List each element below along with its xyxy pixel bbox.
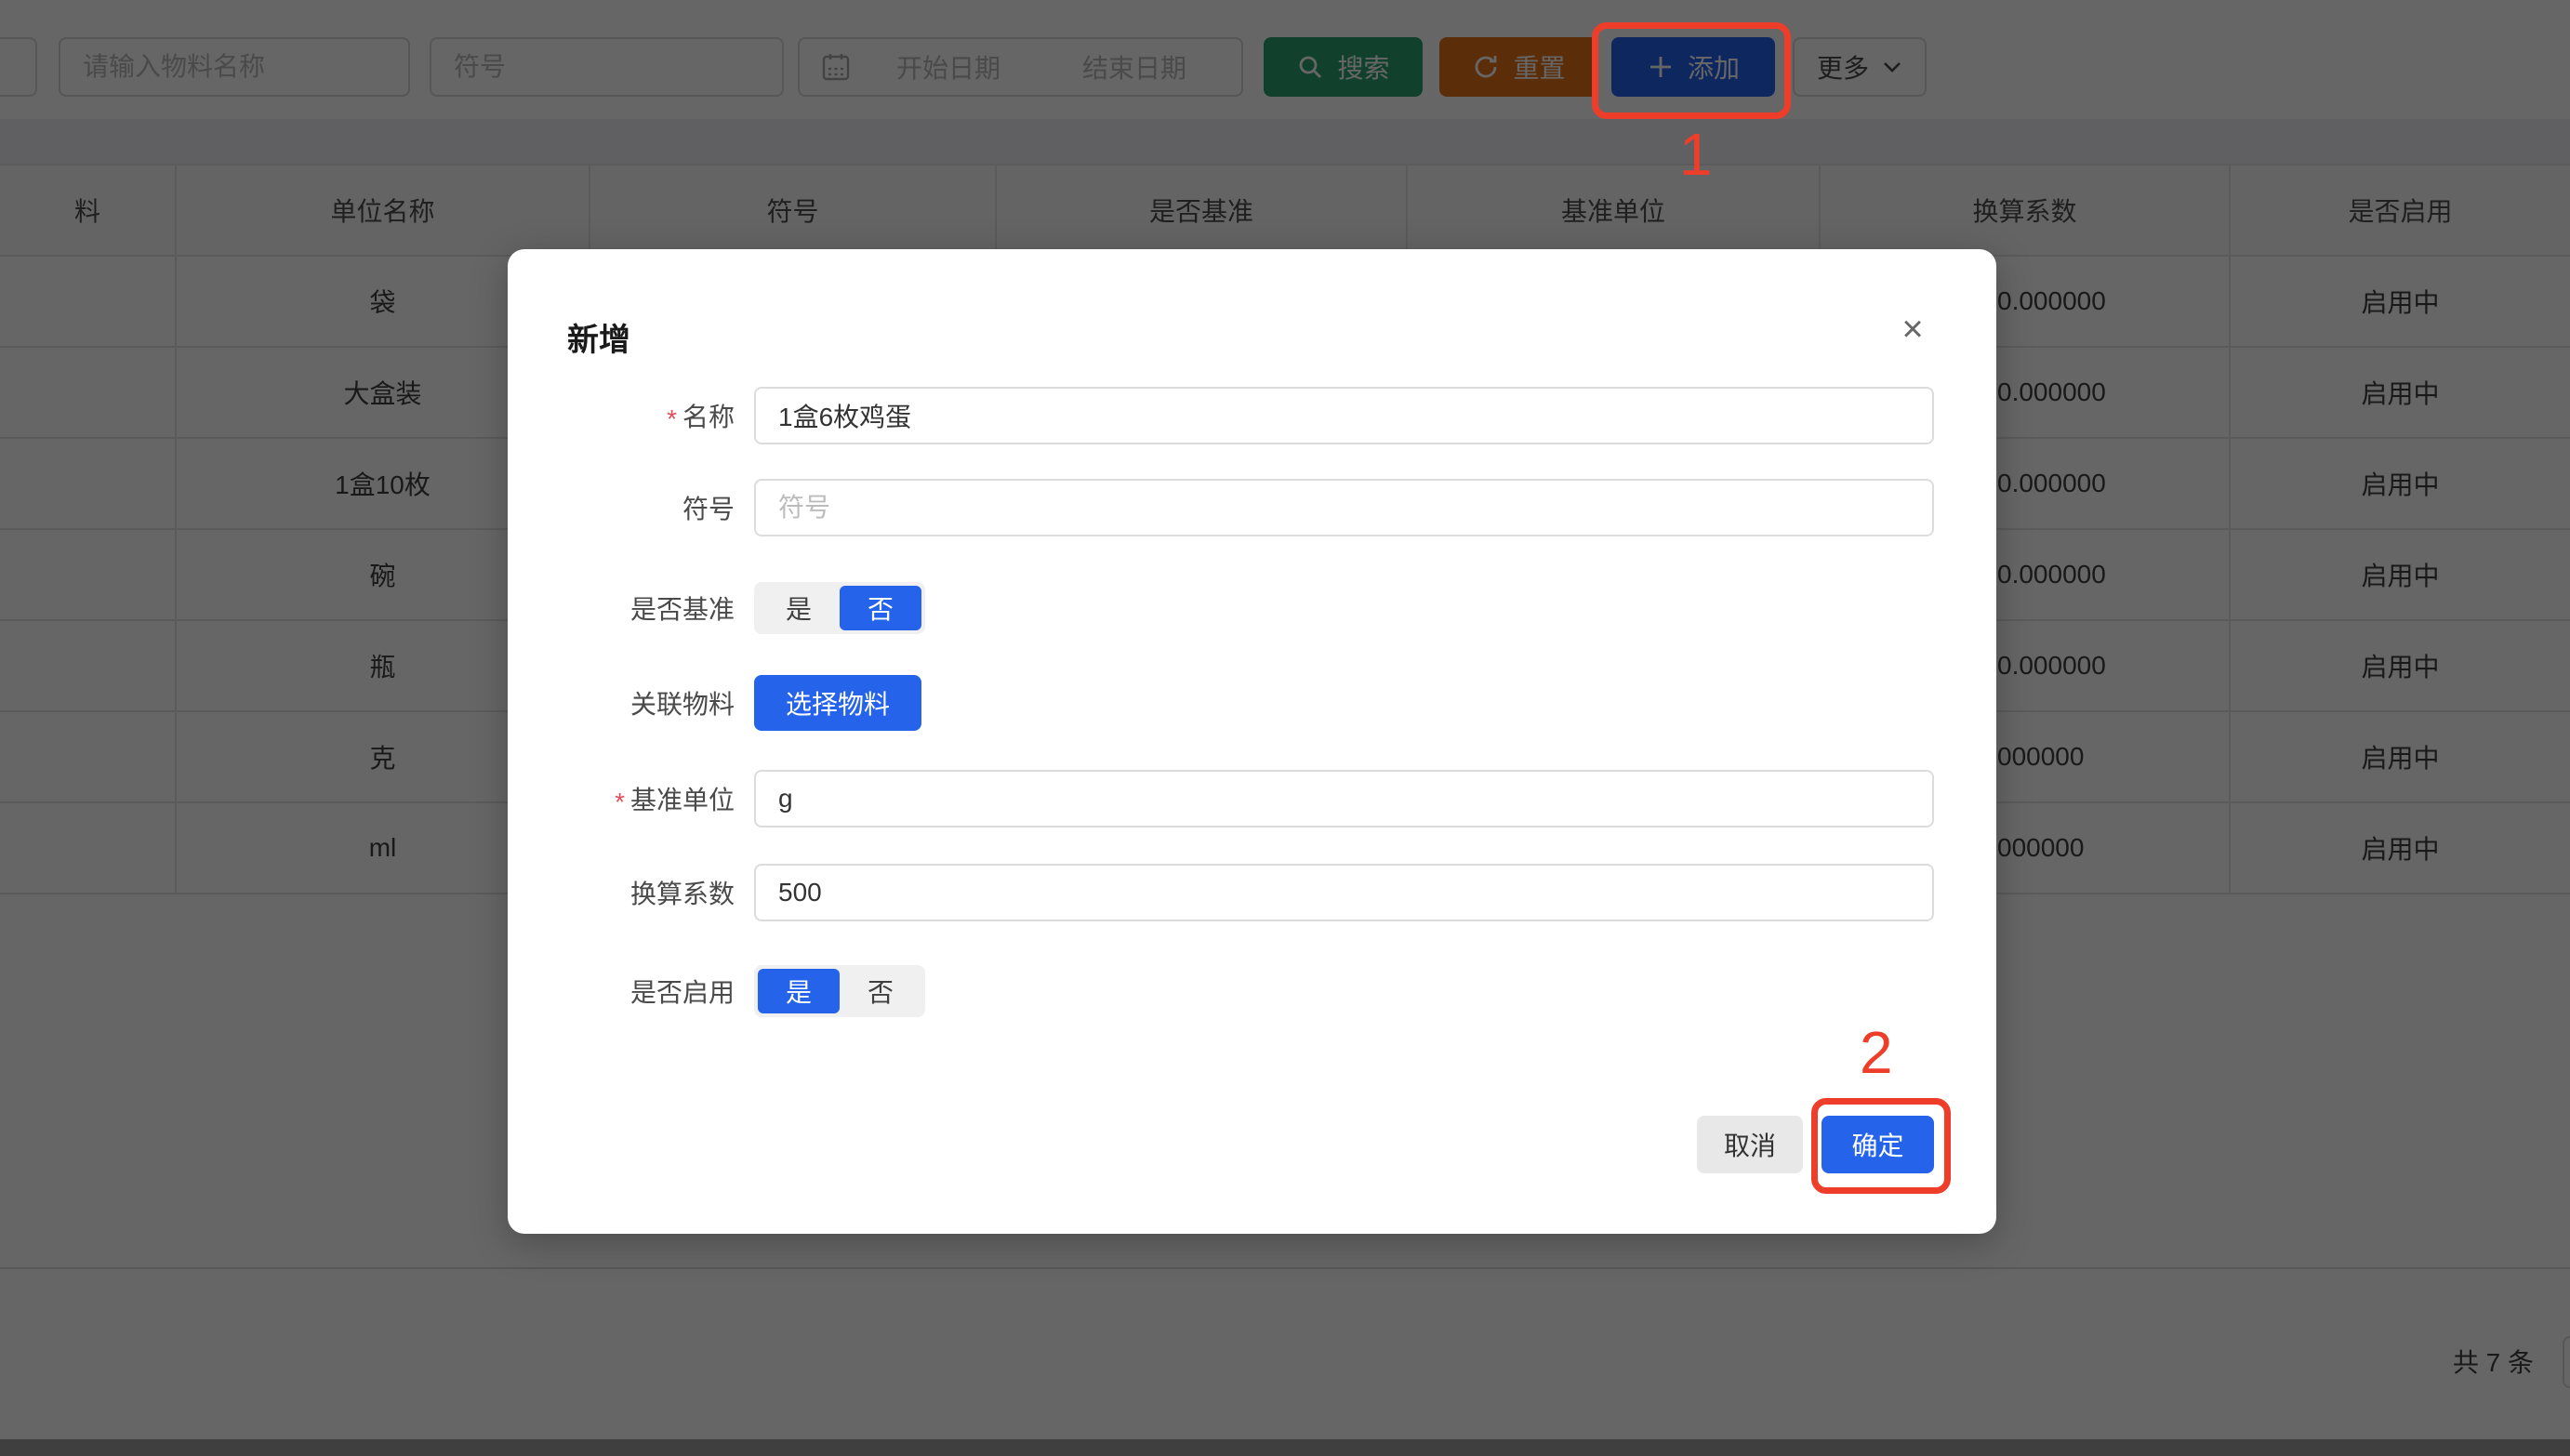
annotation-box-add-button: [1592, 22, 1791, 119]
is-base-label: 是否基准: [508, 582, 735, 634]
base-unit-label: * 基准单位: [508, 770, 735, 827]
is-base-option-yes[interactable]: 是: [758, 586, 840, 630]
form-row-coefficient: 换算系数: [508, 864, 1996, 921]
enabled-toggle: 是 否: [754, 965, 925, 1017]
is-base-option-no[interactable]: 否: [840, 586, 921, 630]
required-asterisk: *: [615, 788, 625, 817]
annotation-box-confirm-button: [1811, 1098, 1951, 1194]
form-row-symbol: 符号: [508, 479, 1996, 536]
base-unit-input[interactable]: [754, 770, 1934, 827]
annotation-step-1: 1: [1679, 125, 1713, 184]
annotation-step-2: 2: [1860, 1023, 1893, 1082]
enabled-option-no[interactable]: 否: [840, 969, 921, 1013]
symbol-input[interactable]: [754, 479, 1934, 536]
is-base-toggle: 是 否: [754, 582, 925, 634]
name-label: * 名称: [508, 387, 735, 444]
add-unit-dialog: 新增 × * 名称 符号 是否基准 是 否 关联物料 选择物料 *: [508, 249, 1996, 1234]
form-row-is-base: 是否基准 是 否: [508, 582, 1996, 634]
coefficient-label: 换算系数: [508, 864, 735, 921]
form-row-name: * 名称: [508, 387, 1996, 444]
coefficient-input[interactable]: [754, 864, 1934, 921]
enabled-option-yes[interactable]: 是: [758, 969, 840, 1013]
form-row-enabled: 是否启用 是 否: [508, 965, 1996, 1017]
select-material-button[interactable]: 选择物料: [754, 675, 921, 731]
dialog-title: 新增: [567, 314, 630, 360]
form-row-base-unit: * 基准单位: [508, 770, 1996, 827]
close-icon[interactable]: ×: [1890, 307, 1935, 351]
symbol-label: 符号: [508, 479, 735, 536]
required-asterisk: *: [667, 404, 677, 434]
cancel-button[interactable]: 取消: [1697, 1116, 1803, 1173]
enabled-label: 是否启用: [508, 965, 735, 1017]
form-row-related-material: 关联物料 选择物料: [508, 675, 1996, 731]
related-material-label: 关联物料: [508, 675, 735, 731]
name-input[interactable]: [754, 387, 1934, 444]
